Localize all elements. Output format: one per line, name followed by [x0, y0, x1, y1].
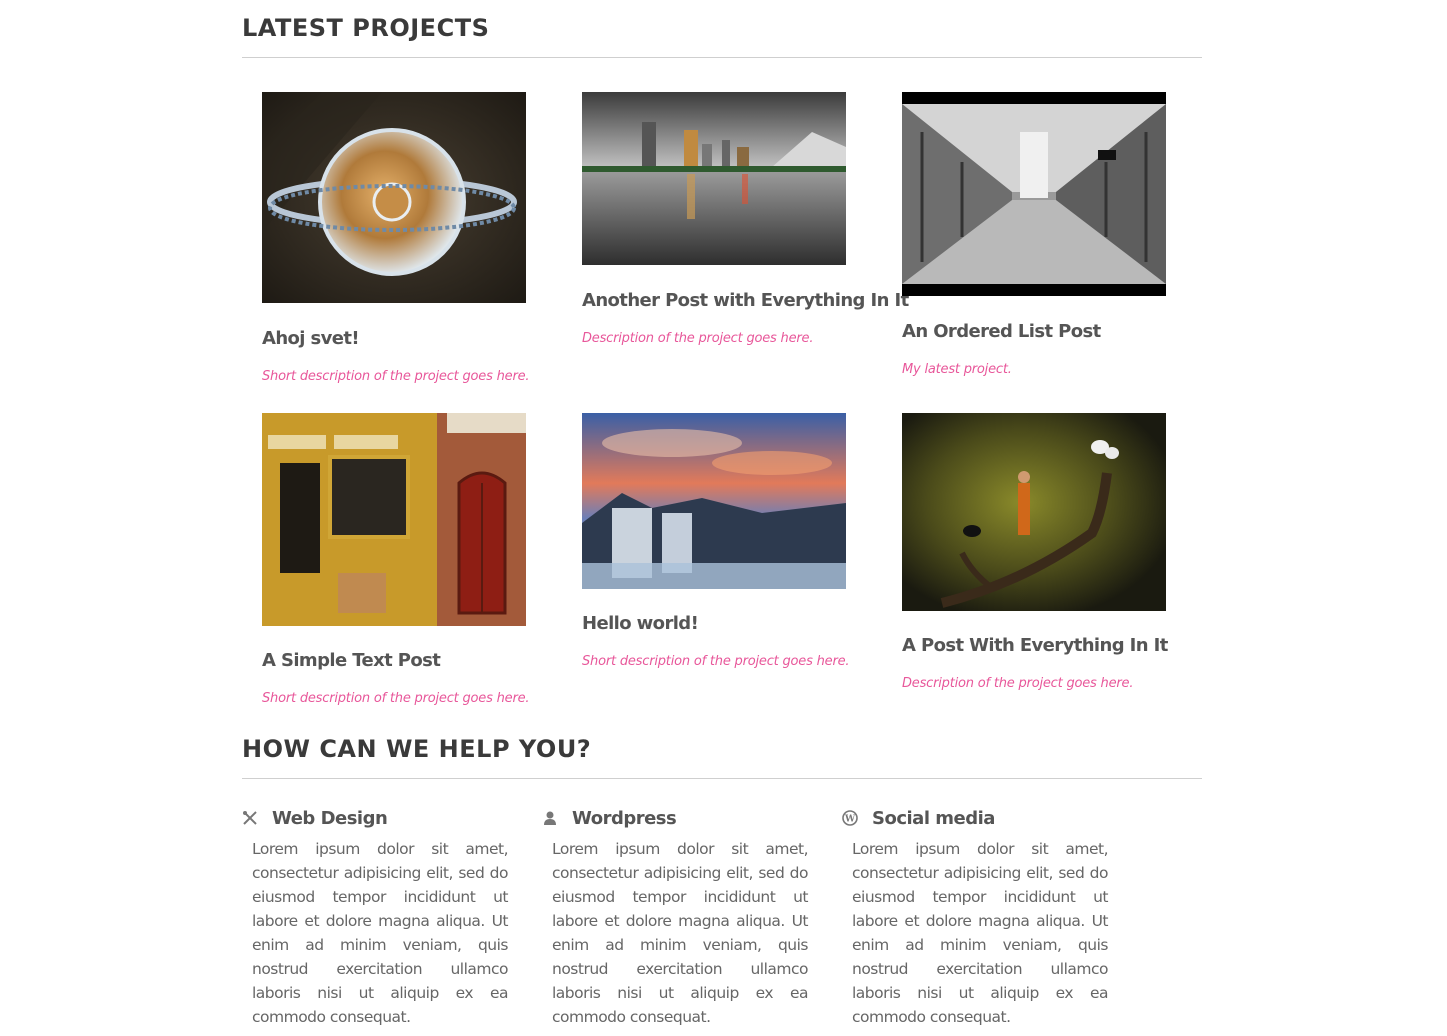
- section-divider: [242, 778, 1202, 779]
- project-description: Short description of the project goes he…: [582, 654, 850, 669]
- project-title[interactable]: A Simple Text Post: [262, 650, 441, 671]
- project-title[interactable]: Another Post with Everything In It: [582, 290, 909, 311]
- project-card: Another Post with Everything In It Descr…: [582, 92, 909, 346]
- project-title[interactable]: Hello world!: [582, 613, 699, 634]
- project-title[interactable]: A Post With Everything In It: [902, 635, 1168, 656]
- waterfall-sunset-image: [582, 413, 846, 589]
- svg-text:W: W: [844, 815, 856, 825]
- project-description: Description of the project goes here.: [582, 331, 814, 346]
- project-thumbnail-link[interactable]: [902, 413, 1202, 611]
- service-title: Web Design: [272, 807, 388, 829]
- project-description: Short description of the project goes he…: [262, 691, 530, 706]
- project-thumbnail-link[interactable]: [262, 92, 562, 303]
- project-thumbnail-link[interactable]: [582, 413, 882, 589]
- latest-projects-heading: LATEST PROJECTS: [242, 14, 490, 42]
- service-title: Social media: [872, 807, 995, 829]
- user-icon: [542, 810, 558, 826]
- project-card: An Ordered List Post My latest project.: [902, 92, 1202, 377]
- service-title: Wordpress: [572, 807, 677, 829]
- project-description: Short description of the project goes he…: [262, 369, 530, 384]
- wordpress-icon: W: [842, 810, 858, 826]
- project-description: Description of the project goes here.: [902, 676, 1134, 691]
- service-text: Lorem ipsum dolor sit amet, consectetur …: [852, 840, 1109, 1026]
- project-thumbnail-link[interactable]: [582, 92, 882, 265]
- project-title[interactable]: An Ordered List Post: [902, 321, 1101, 342]
- project-description: My latest project.: [902, 362, 1012, 377]
- restaurant-storefront-image: [262, 413, 526, 626]
- project-card: A Post With Everything In It Description…: [902, 413, 1202, 691]
- project-card: A Simple Text Post Short description of …: [262, 413, 562, 706]
- project-card: Hello world! Short description of the pr…: [582, 413, 882, 669]
- glass-ornament-image: [262, 92, 526, 303]
- city-reflection-image: [582, 92, 846, 265]
- monk-on-branch-image: [902, 413, 1166, 611]
- tools-icon: [242, 810, 258, 826]
- service-text: Lorem ipsum dolor sit amet, consectetur …: [252, 840, 509, 1026]
- project-card: Ahoj svet! Short description of the proj…: [262, 92, 562, 384]
- project-title[interactable]: Ahoj svet!: [262, 328, 360, 349]
- help-heading: HOW CAN WE HELP YOU?: [242, 735, 592, 763]
- project-thumbnail-link[interactable]: [902, 92, 1202, 296]
- section-divider: [242, 57, 1202, 58]
- project-thumbnail-link[interactable]: [262, 413, 562, 626]
- arcade-gallery-image: [902, 92, 1166, 296]
- service-text: Lorem ipsum dolor sit amet, consectetur …: [552, 840, 809, 1026]
